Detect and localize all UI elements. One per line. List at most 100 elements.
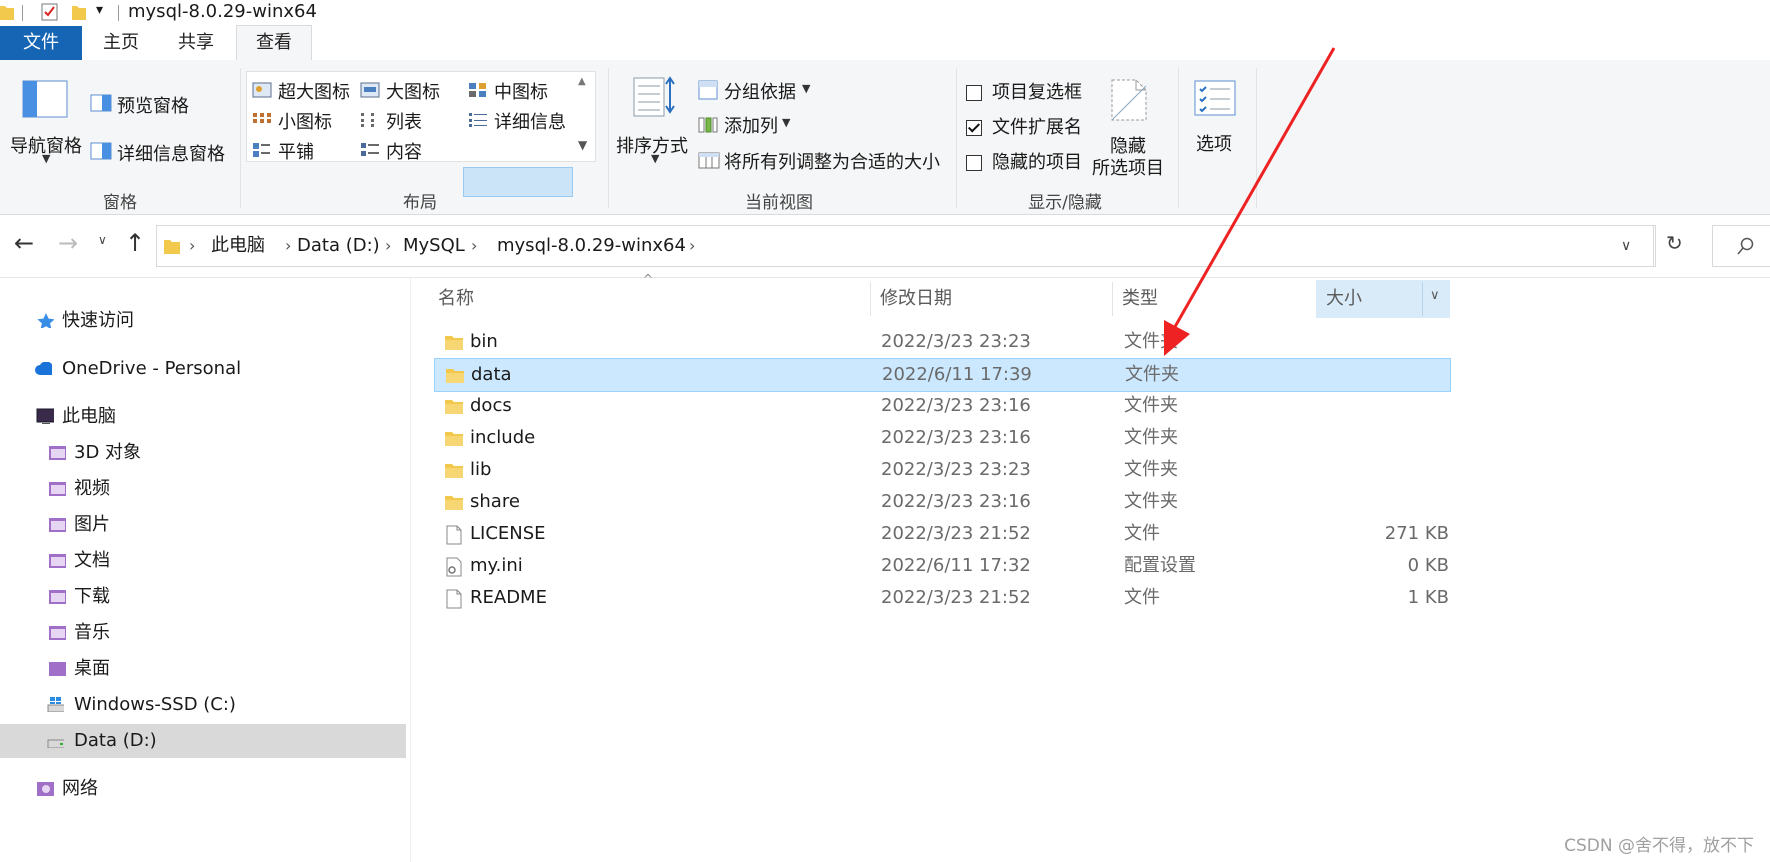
folder-icon (446, 369, 464, 383)
hide-selected-icon (1111, 79, 1147, 121)
file-name: README (470, 587, 547, 608)
group-label-show-hide: 显示/隐藏 (1028, 193, 1102, 213)
new-folder-icon[interactable] (72, 3, 88, 21)
address-dropdown-chevron-icon[interactable]: ∨ (1621, 226, 1631, 266)
breadcrumb-data-drive[interactable]: Data (D:) (297, 226, 380, 266)
file-date: 2022/3/23 23:23 (881, 459, 1031, 480)
file-name: lib (470, 459, 492, 480)
file-name: LICENSE (470, 523, 546, 544)
nav-desktop[interactable]: 桌面 (0, 652, 410, 686)
nav-3d-objects[interactable]: 3D 对象 (0, 436, 410, 470)
back-arrow-icon[interactable]: ← (14, 229, 34, 257)
fit-columns-label: 将所有列调整为合适的大小 (724, 152, 940, 173)
breadcrumb-current-folder[interactable]: mysql-8.0.29-winx64 (497, 226, 686, 266)
tab-view[interactable]: 查看 (236, 25, 312, 61)
nav-pictures[interactable]: 图片 (0, 508, 410, 542)
star-icon (37, 313, 54, 328)
breadcrumb-this-pc[interactable]: 此电脑 (211, 226, 265, 266)
table-row[interactable]: share 2022/3/23 23:16 文件夹 (434, 486, 1449, 518)
chevron-down-icon: ▼ (651, 152, 660, 165)
search-box[interactable] (1712, 225, 1770, 267)
chevron-down-icon: ▼ (782, 116, 791, 129)
column-header-name[interactable]: 名称 (438, 280, 474, 318)
file-date: 2022/3/23 21:52 (881, 523, 1031, 544)
extra-large-icons-icon (252, 82, 272, 98)
table-row[interactable]: README 2022/3/23 21:52 文件 1 KB (434, 582, 1449, 614)
file-name: data (471, 364, 512, 385)
forward-arrow-icon[interactable]: → (58, 229, 78, 257)
column-size-dropdown-icon[interactable]: ∨ (1430, 288, 1440, 303)
nav-videos[interactable]: 视频 (0, 472, 410, 506)
table-row[interactable]: my.ini 2022/6/11 17:32 配置设置 0 KB (434, 550, 1449, 582)
file-date: 2022/3/23 23:23 (881, 331, 1031, 352)
nav-drive-c[interactable]: Windows-SSD (C:) (0, 688, 410, 722)
column-header-date[interactable]: 修改日期 (880, 280, 952, 318)
file-type: 配置设置 (1124, 555, 1196, 576)
tab-share[interactable]: 共享 (162, 26, 230, 60)
tab-home[interactable]: 主页 (90, 26, 152, 60)
content-view-icon (361, 143, 379, 156)
group-label-current-view: 当前视图 (745, 193, 813, 213)
file-date: 2022/3/23 21:52 (881, 587, 1031, 608)
up-arrow-icon[interactable]: ↑ (125, 229, 145, 257)
downloads-folder-icon (49, 590, 66, 604)
list-view-icon (361, 113, 374, 127)
gallery-scroll-up-icon[interactable]: ▲ (578, 76, 586, 87)
nav-network[interactable]: 网络 (0, 772, 410, 806)
address-bar[interactable]: › 此电脑 › Data (D:) › MySQL › mysql-8.0.29… (156, 225, 1656, 267)
group-by-label: 分组依据 (724, 82, 796, 103)
properties-icon[interactable] (40, 2, 60, 22)
videos-folder-icon (49, 482, 66, 496)
drive-icon (47, 739, 64, 748)
title-bar: ▾ mysql-8.0.29-winx64 (0, 0, 1770, 26)
table-row[interactable]: docs 2022/3/23 23:16 文件夹 (434, 390, 1449, 422)
gallery-expand-icon[interactable]: ▼ (578, 138, 587, 152)
item-checkboxes-checkbox[interactable] (966, 85, 982, 101)
file-icon (446, 589, 462, 609)
details-view-icon (469, 113, 487, 127)
quick-access-toolbar-dropdown-icon[interactable]: ▾ (96, 2, 103, 18)
file-date: 2022/6/11 17:32 (881, 555, 1031, 576)
pictures-folder-icon (49, 518, 66, 532)
file-size (1299, 422, 1449, 454)
nav-downloads[interactable]: 下载 (0, 580, 410, 614)
nav-onedrive[interactable]: OneDrive - Personal (0, 352, 410, 386)
breadcrumb-separator-icon[interactable]: › (689, 226, 695, 266)
hidden-items-checkbox[interactable] (966, 155, 982, 171)
breadcrumb-separator-icon[interactable]: › (285, 226, 291, 266)
preview-pane-label: 预览窗格 (117, 96, 189, 117)
ribbon-tab-row: 文件 主页 共享 查看 (0, 25, 1770, 61)
file-name: my.ini (470, 555, 523, 576)
nav-music[interactable]: 音乐 (0, 616, 410, 650)
breadcrumb-separator-icon[interactable]: › (471, 226, 477, 266)
details-pane-icon (90, 142, 112, 160)
nav-this-pc[interactable]: 此电脑 (0, 400, 410, 434)
breadcrumb-separator-icon[interactable]: › (189, 226, 195, 266)
chevron-down-icon: ▼ (42, 152, 51, 165)
file-type: 文件夹 (1124, 491, 1178, 512)
breadcrumb-separator-icon[interactable]: › (385, 226, 391, 266)
file-size (1299, 454, 1449, 486)
3d-objects-folder-icon (49, 446, 66, 460)
nav-drive-d[interactable]: Data (D:) (0, 724, 406, 758)
table-row[interactable]: lib 2022/3/23 23:23 文件夹 (434, 454, 1449, 486)
music-folder-icon (49, 626, 66, 640)
folder-icon (164, 240, 180, 254)
nav-quick-access[interactable]: 快速访问 (0, 304, 410, 338)
file-extensions-checkbox[interactable] (966, 120, 982, 136)
folder-icon (445, 400, 463, 414)
recent-locations-chevron-icon[interactable]: ∨ (98, 233, 107, 247)
nav-documents[interactable]: 文档 (0, 544, 410, 578)
file-size (1299, 390, 1449, 422)
file-size (1299, 486, 1449, 518)
desktop-folder-icon (49, 662, 66, 676)
watermark: CSDN @舍不得，放不下 (1564, 836, 1754, 856)
file-type: 文件夹 (1124, 395, 1178, 416)
table-row[interactable]: include 2022/3/23 23:16 文件夹 (434, 422, 1449, 454)
folder-icon (445, 432, 463, 446)
breadcrumb-mysql[interactable]: MySQL (403, 226, 465, 266)
group-by-icon (698, 80, 718, 100)
tab-file[interactable]: 文件 (0, 26, 82, 60)
table-row[interactable]: LICENSE 2022/3/23 21:52 文件 271 KB (434, 518, 1449, 550)
refresh-icon[interactable]: ↻ (1666, 231, 1683, 255)
